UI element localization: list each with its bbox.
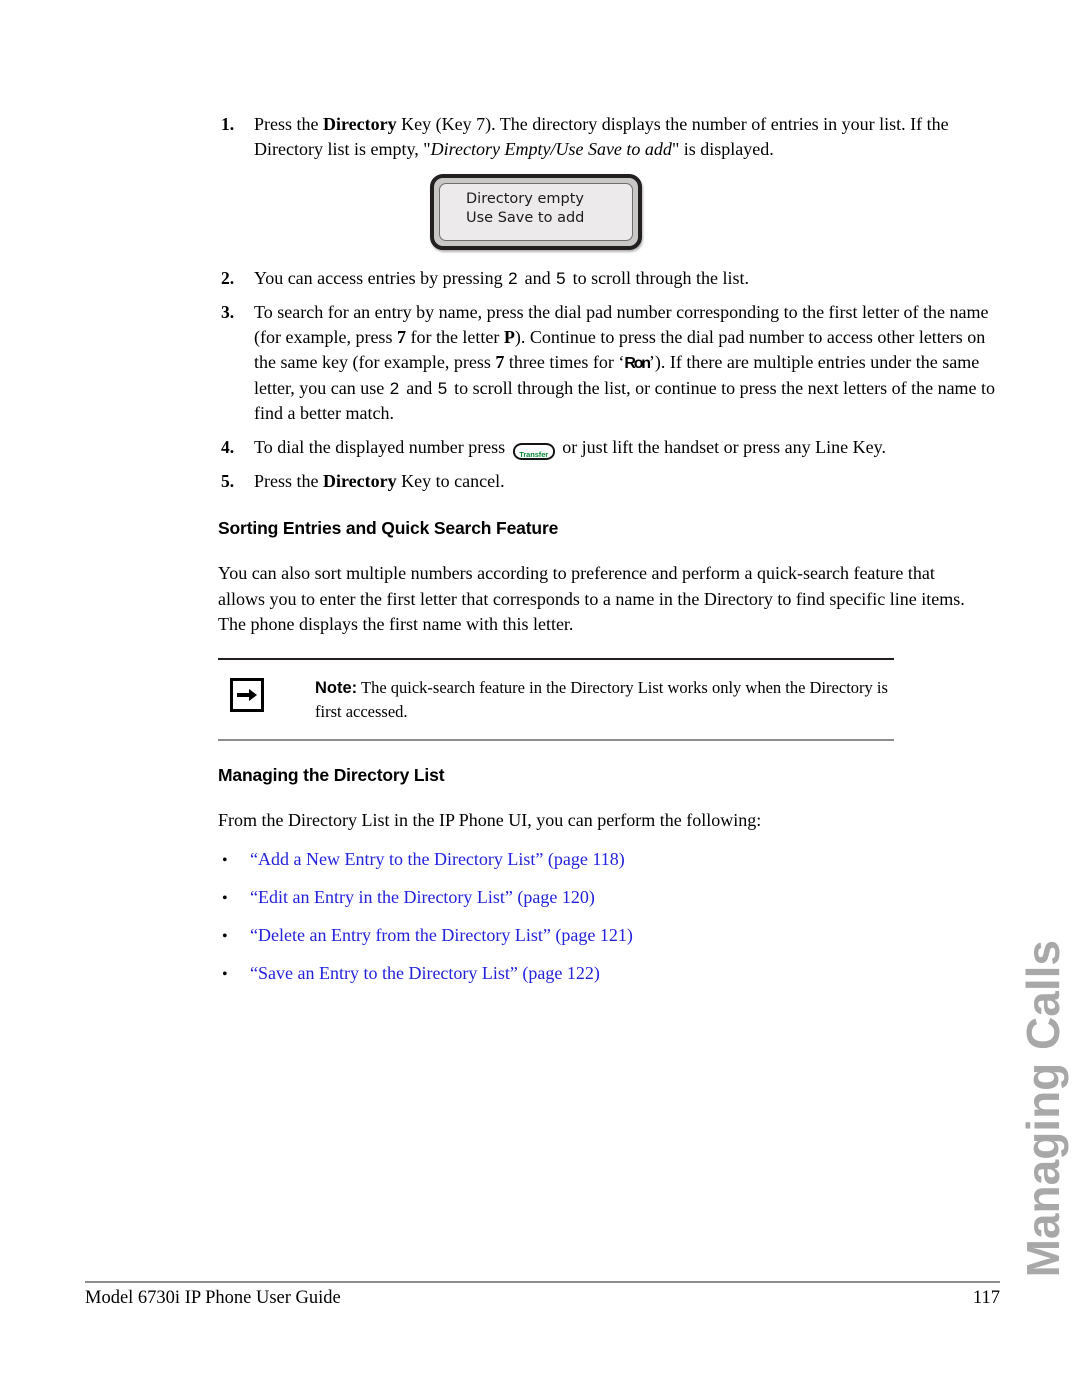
step4-text-2: or just lift the handset or press any Li… (557, 437, 886, 457)
bullet-glyph: • (222, 928, 228, 945)
phone-display-bezel: Directory empty Use Save to add (430, 174, 642, 250)
numbered-step-5: 5. Press the Directory Key to cancel. (218, 469, 998, 494)
numbered-step-3: 3. To search for an entry by name, press… (218, 300, 998, 426)
page-content: 1. Press the Directory Key (Key 7). The … (218, 112, 998, 999)
step-number: 3. (221, 302, 235, 322)
section-heading-managing: Managing the Directory List (218, 764, 445, 785)
step-text: To dial the displayed number press Trans… (254, 435, 998, 460)
xref-page-delete-entry: (page 121) (550, 925, 633, 945)
section-heading-sorting: Sorting Entries and Quick Search Feature (218, 518, 559, 538)
footer-page-number: 117 (972, 1288, 1000, 1308)
step-text: Press the Directory Key (Key 7). The dir… (254, 112, 998, 162)
step1-text-3: " is displayed. (671, 139, 774, 159)
step5-bold-directory: Directory (323, 471, 397, 491)
note-label: Note: (315, 678, 358, 697)
step3-text-2: for the letter (405, 327, 504, 347)
xref-entry: “Add a New Entry to the Directory List” … (250, 847, 625, 871)
step3-text-6: and (401, 378, 437, 398)
step4-text-1: To dial the displayed number press (254, 437, 510, 457)
keypad-key-2: 2 (389, 379, 400, 398)
cross-reference-list: • “Add a New Entry to the Directory List… (218, 847, 998, 987)
bullet-glyph: • (222, 890, 228, 907)
phone-display-figure: Directory empty Use Save to add (218, 174, 998, 250)
lcd-line-2: Use Save to add (466, 210, 585, 226)
step-number: 2. (221, 268, 235, 288)
step-text: To search for an entry by name, press th… (254, 300, 998, 426)
xref-page-add-entry: (page 118) (543, 849, 625, 869)
section-paragraph-managing: From the Directory List in the IP Phone … (218, 809, 762, 830)
page-footer: Model 6730i IP Phone User Guide 117 (85, 1288, 1000, 1309)
step-text: You can access entries by pressing 2 and… (254, 266, 998, 291)
xref-entry: “Delete an Entry from the Directory List… (250, 923, 633, 947)
transfer-key-icon: Transfer (512, 443, 555, 460)
step3-name-example: Ron (624, 355, 651, 372)
step3-bold-p: P (503, 327, 515, 347)
note-block: Note: The quick-search feature in the Di… (218, 657, 894, 741)
step1-text-1: Press the (254, 114, 323, 134)
step2-text-2: and (520, 268, 556, 288)
xref-page-edit-entry: (page 120) (512, 887, 595, 907)
note-content: Note: The quick-search feature in the Di… (218, 660, 894, 739)
phone-display-screen: Directory empty Use Save to add (439, 183, 633, 241)
arrow-right-icon (230, 677, 264, 712)
list-item: • “Save an Entry to the Directory List” … (218, 961, 998, 987)
step1-bold-directory: Directory (323, 114, 397, 134)
step5-text-1: Press the (254, 471, 323, 491)
lcd-line-1: Directory empty (466, 191, 584, 207)
step3-text-4: three times for ‘ (504, 352, 625, 372)
xref-link-save-entry[interactable]: “Save an Entry to the Directory List” (250, 963, 518, 983)
list-item: • “Delete an Entry from the Directory Li… (218, 923, 998, 949)
keypad-key-5: 5 (556, 269, 567, 288)
list-item: • “Add a New Entry to the Directory List… (218, 847, 998, 873)
document-page: 1. Press the Directory Key (Key 7). The … (0, 0, 1080, 1397)
step-number: 4. (221, 437, 235, 457)
footer-title: Model 6730i IP Phone User Guide (85, 1288, 341, 1308)
xref-link-edit-entry[interactable]: “Edit an Entry in the Directory List” (250, 887, 513, 907)
step1-italic-message: Directory Empty/Use Save to add (430, 139, 672, 159)
step-text: Press the Directory Key to cancel. (254, 469, 998, 494)
step3-bold-7a: 7 (396, 327, 406, 347)
transfer-key-label: Transfer (519, 449, 549, 459)
xref-link-add-entry[interactable]: “Add a New Entry to the Directory List” (250, 849, 543, 869)
footer-rule (85, 1281, 1000, 1283)
step2-text-1: You can access entries by pressing (254, 268, 508, 288)
step-number: 5. (221, 471, 235, 491)
note-rule-bottom (218, 738, 894, 741)
chapter-side-tab: Managing Calls (1017, 939, 1069, 1277)
xref-entry: “Save an Entry to the Directory List” (p… (250, 961, 600, 985)
step-number: 1. (221, 114, 235, 134)
xref-page-save-entry: (page 122) (517, 963, 600, 983)
list-item: • “Edit an Entry in the Directory List” … (218, 885, 998, 911)
bullet-glyph: • (222, 852, 228, 869)
keypad-key-5: 5 (437, 379, 448, 398)
keypad-key-2: 2 (508, 269, 519, 288)
step2-text-3: to scroll through the list. (568, 268, 750, 288)
numbered-step-2: 2. You can access entries by pressing 2 … (218, 266, 998, 291)
bullet-glyph: • (222, 966, 228, 983)
note-text: Note: The quick-search feature in the Di… (315, 676, 894, 723)
xref-link-delete-entry[interactable]: “Delete an Entry from the Directory List… (250, 925, 551, 945)
numbered-step-1: 1. Press the Directory Key (Key 7). The … (218, 112, 998, 162)
numbered-step-4: 4. To dial the displayed number press Tr… (218, 435, 998, 460)
step5-text-2: Key to cancel. (396, 471, 505, 491)
note-body: The quick-search feature in the Director… (315, 677, 888, 721)
section-paragraph-sorting: You can also sort multiple numbers accor… (218, 563, 965, 634)
xref-entry: “Edit an Entry in the Directory List” (p… (250, 885, 595, 909)
